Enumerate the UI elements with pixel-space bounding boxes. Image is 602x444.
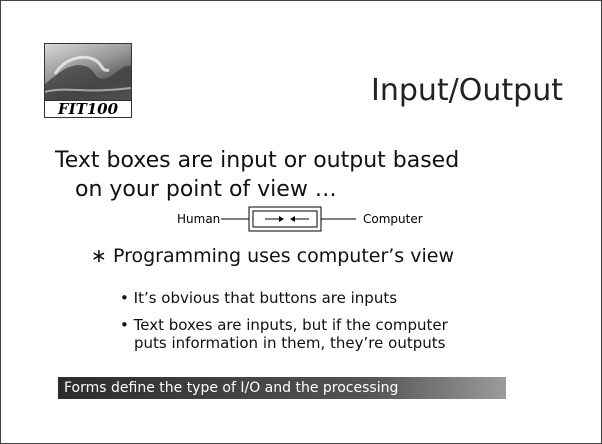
bullet-programming-text: Programming uses computer’s view	[112, 245, 454, 267]
course-logo: FIT100	[44, 43, 132, 118]
dot-bullet-icon: •	[120, 289, 129, 307]
slide: FIT100 Input/Output Text boxes are input…	[0, 0, 602, 444]
slide-title-text: Input/Output	[371, 73, 563, 108]
summary-banner: Forms define the type of I/O and the pro…	[58, 377, 506, 399]
subbullet-textboxes: • Text boxes are inputs, but if the comp…	[120, 316, 448, 334]
slide-title: Input/Output	[261, 73, 581, 109]
subbullet-textboxes-continuation: puts information in them, they’re output…	[134, 334, 446, 352]
subbullet-textboxes-text: Text boxes are inputs, but if the comput…	[133, 316, 448, 334]
dot-bullet-icon: •	[120, 316, 129, 334]
io-diagram: Human Computer	[151, 205, 471, 235]
intro-line-2: on your point of view …	[75, 177, 337, 202]
intro-line-1: Text boxes are input or output based	[55, 148, 460, 173]
subbullet-buttons-text: It’s obvious that buttons are inputs	[133, 289, 398, 307]
wave-photo	[44, 43, 132, 101]
io-diagram-graphic	[221, 206, 356, 232]
logo-text: FIT100	[44, 101, 132, 118]
subbullet-buttons: • It’s obvious that buttons are inputs	[120, 289, 397, 307]
bullet-programming: ∗ Programming uses computer’s view	[91, 244, 454, 268]
wave-icon	[45, 55, 131, 100]
asterisk-bullet-icon: ∗	[91, 245, 107, 267]
